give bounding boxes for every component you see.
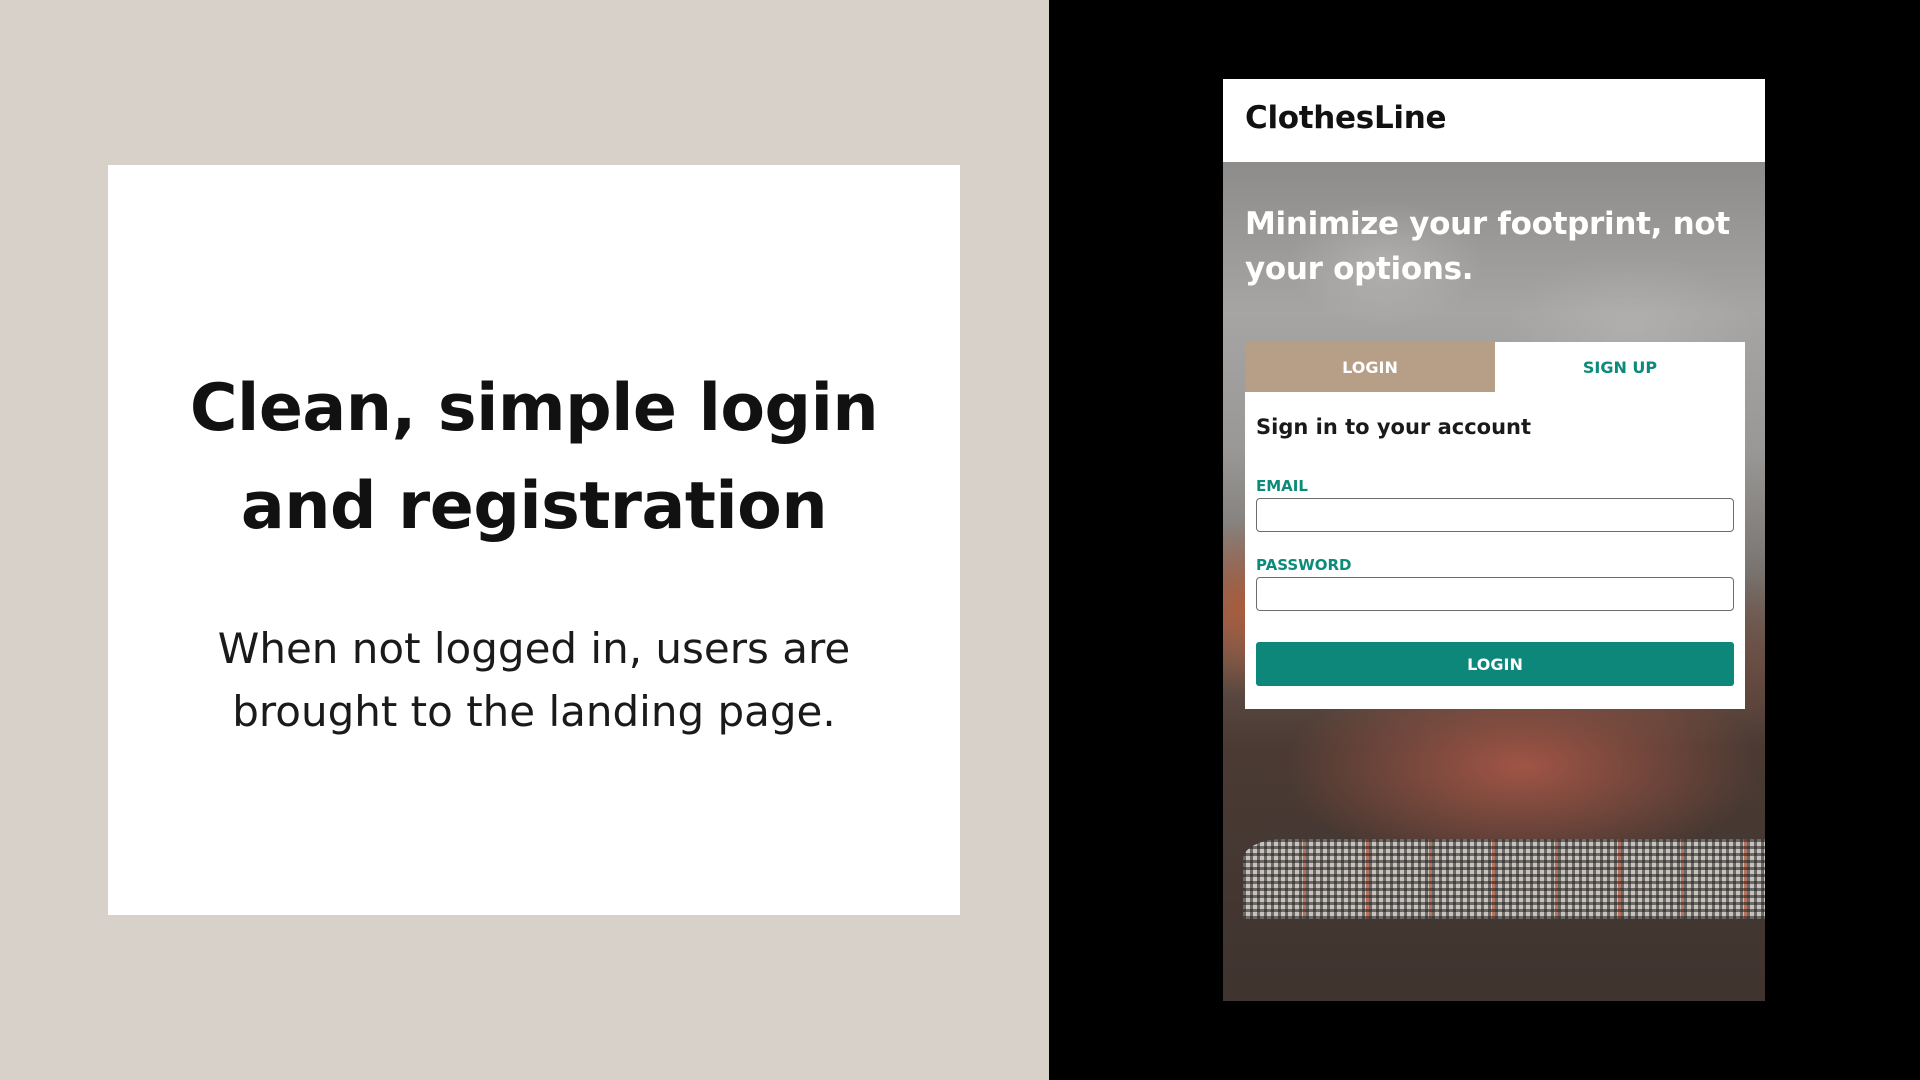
- slide-description: When not logged in, users are brought to…: [217, 624, 851, 736]
- hero-houndstooth-fabric: [1243, 839, 1765, 919]
- tab-login[interactable]: LOGIN: [1245, 342, 1495, 392]
- form-title: Sign in to your account: [1256, 415, 1532, 439]
- password-field[interactable]: [1256, 577, 1734, 611]
- email-field[interactable]: [1256, 498, 1734, 532]
- hero-tagline: Minimize your footprint, not your option…: [1245, 206, 1730, 287]
- app-screenshot: ClothesLine Minimize your footprint, not…: [1223, 79, 1765, 1001]
- slide-left-panel: Clean, simple login and registration Whe…: [0, 0, 1049, 1080]
- auth-tabs: LOGIN SIGN UP: [1245, 342, 1745, 392]
- auth-card: LOGIN SIGN UP Sign in to your account EM…: [1245, 342, 1745, 709]
- tab-signup[interactable]: SIGN UP: [1495, 342, 1745, 392]
- login-button[interactable]: LOGIN: [1256, 642, 1734, 686]
- password-label: PASSWORD: [1256, 556, 1352, 574]
- brand-logo[interactable]: ClothesLine: [1245, 100, 1447, 136]
- slide-heading: Clean, simple login and registration: [189, 371, 879, 544]
- info-card: Clean, simple login and registration Whe…: [108, 165, 960, 915]
- app-header: ClothesLine: [1223, 79, 1765, 162]
- email-label: EMAIL: [1256, 477, 1308, 495]
